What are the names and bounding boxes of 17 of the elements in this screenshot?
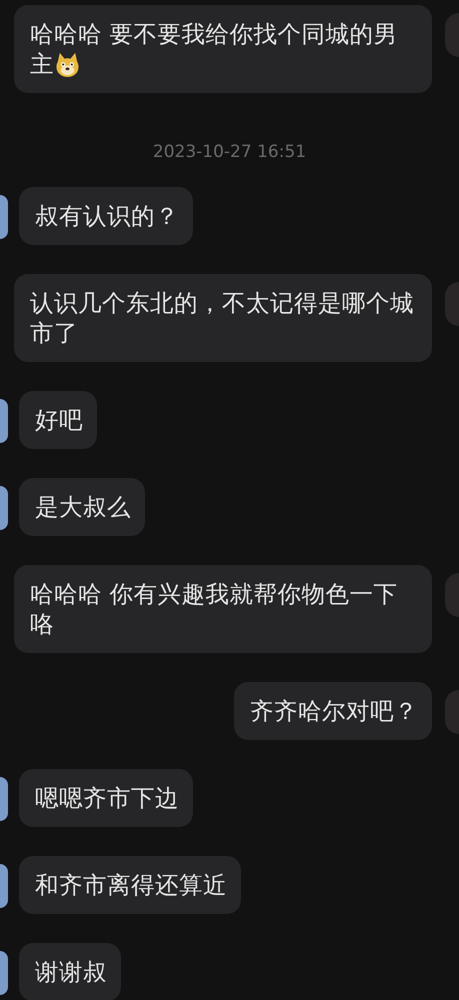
message-text: 谢谢叔 [35,958,107,986]
avatar[interactable] [0,399,8,443]
message-text: 叔有认识的？ [35,202,179,230]
avatar[interactable] [0,864,8,908]
avatar[interactable] [0,486,8,530]
message-text: 嗯嗯齐市下边 [35,784,179,812]
message-text: 齐齐哈尔对吧？ [250,697,418,725]
message-text: 好吧 [35,406,83,434]
message-text: 认识几个东北的，不太记得是哪个城市了 [30,289,414,347]
message-text: 和齐市离得还算近 [35,871,227,899]
timestamp: 2023-10-27 16:51 [152,142,306,162]
message-text: 是大叔么 [35,493,131,521]
message-text: 哈哈哈 你有兴趣我就帮你物色一下咯 [30,580,398,638]
message-text: 哈哈哈 要不要我给你找个同城的男主 [30,20,398,78]
avatar[interactable] [0,195,8,239]
avatar[interactable] [0,777,8,821]
avatar[interactable] [0,951,8,995]
